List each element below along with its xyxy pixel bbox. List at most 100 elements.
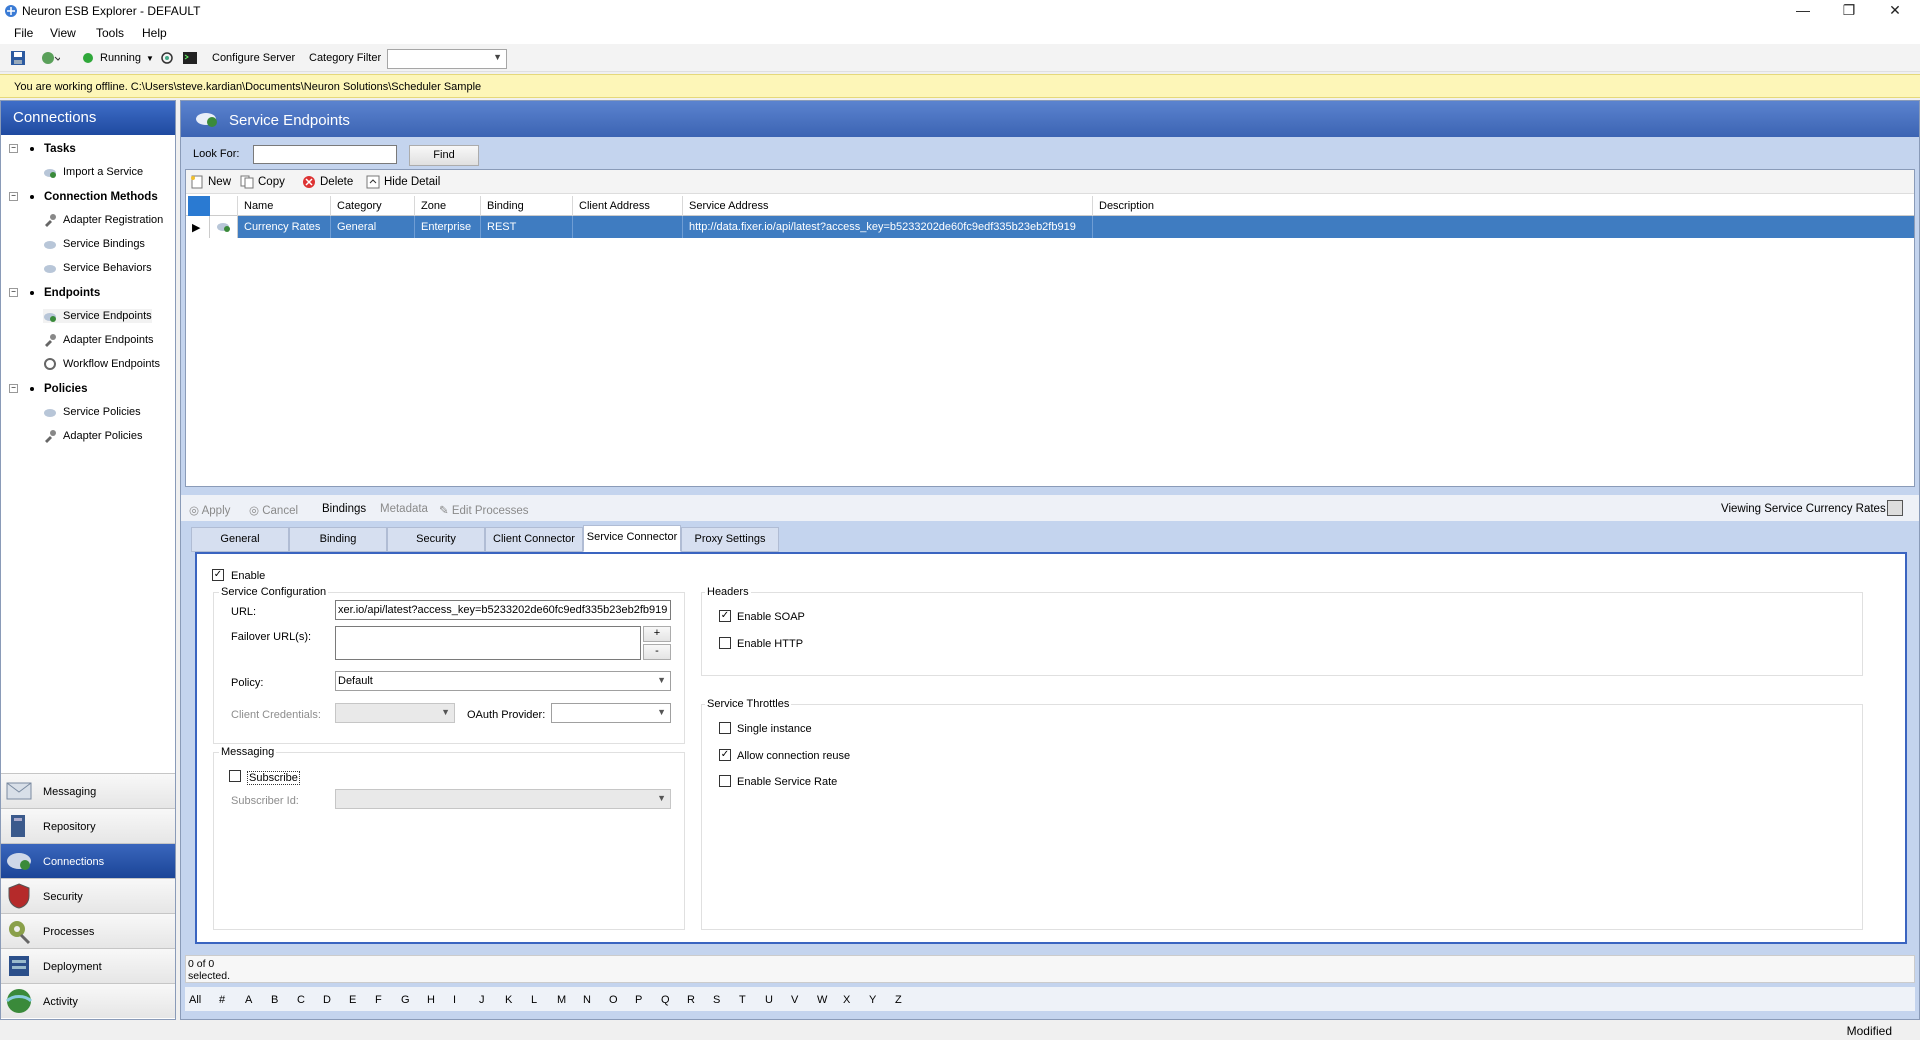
restore-button[interactable]: ❐ (1826, 0, 1872, 22)
tree-group-endpoints[interactable]: − Endpoints (9, 287, 100, 299)
column-header-zone[interactable]: Zone (415, 196, 481, 216)
collapse-icon[interactable]: − (9, 144, 18, 154)
tree-group-policies[interactable]: − Policies (9, 383, 87, 395)
alpha-filter-item[interactable]: Y (869, 994, 876, 1006)
status-running-label[interactable]: Running (100, 52, 141, 64)
menu-help[interactable]: Help (142, 26, 167, 40)
alpha-filter-item[interactable]: U (765, 994, 773, 1006)
alpha-filter-item[interactable]: C (297, 994, 305, 1006)
hide-detail-button[interactable]: Hide Detail (366, 175, 440, 189)
cancel-button[interactable]: ◎ Cancel (249, 503, 298, 517)
apply-button[interactable]: ◎ Apply (189, 503, 230, 517)
tree-item-adapter-endpoints[interactable]: Adapter Endpoints (43, 333, 154, 347)
alpha-filter-item[interactable]: O (609, 994, 618, 1006)
collapse-icon[interactable]: − (9, 384, 18, 394)
alpha-filter-item[interactable]: I (453, 994, 456, 1006)
copy-button[interactable]: Copy (240, 175, 285, 189)
chevron-down-icon[interactable]: ▼ (146, 54, 154, 63)
oauth-provider-select[interactable]: ▼ (551, 703, 671, 723)
tab-binding[interactable]: Binding (289, 527, 387, 552)
alpha-filter-item[interactable]: E (349, 994, 356, 1006)
bindings-button[interactable]: Bindings (322, 503, 366, 515)
tree-item-service-behaviors[interactable]: Service Behaviors (43, 261, 152, 275)
tree-item-service-bindings[interactable]: Service Bindings (43, 237, 145, 251)
table-row[interactable]: ▶ Currency Rates General Enterprise REST… (186, 216, 1914, 238)
alpha-filter-item[interactable]: M (557, 994, 566, 1006)
column-header-category[interactable]: Category (331, 196, 415, 216)
alpha-filter-item[interactable]: Q (661, 994, 670, 1006)
enable-checkbox[interactable]: ✓ (212, 569, 224, 581)
nav-connections[interactable]: Connections (1, 843, 175, 878)
alpha-filter-item[interactable]: R (687, 994, 695, 1006)
alpha-filter-item[interactable]: A (245, 994, 252, 1006)
collapse-icon[interactable]: − (9, 192, 18, 202)
tree-item-service-endpoints[interactable]: Service Endpoints (43, 309, 152, 323)
enable-soap-checkbox[interactable]: ✓ (719, 610, 731, 622)
menu-file[interactable]: File (14, 26, 33, 40)
minimize-button[interactable]: — (1780, 0, 1826, 22)
alpha-filter-item[interactable]: K (505, 994, 512, 1006)
alpha-filter-item[interactable]: H (427, 994, 435, 1006)
alpha-filter-item[interactable]: L (531, 994, 537, 1006)
policy-select[interactable]: Default ▼ (335, 671, 671, 691)
nav-deployment[interactable]: Deployment (1, 948, 175, 983)
nav-security[interactable]: Security (1, 878, 175, 913)
alpha-filter-item[interactable]: V (791, 994, 798, 1006)
alpha-filter-item[interactable]: W (817, 994, 827, 1006)
save-icon[interactable] (10, 50, 26, 66)
select-all-cell[interactable] (188, 196, 210, 216)
tree-item-adapter-registration[interactable]: Adapter Registration (43, 213, 163, 227)
alpha-filter-item[interactable]: # (219, 994, 225, 1006)
deploy-icon[interactable] (40, 50, 60, 66)
subscriber-id-select[interactable]: ▼ (335, 789, 671, 809)
look-for-input[interactable] (253, 145, 397, 164)
column-header-description[interactable]: Description (1093, 196, 1913, 216)
allow-connection-reuse-checkbox[interactable]: ✓ (719, 749, 731, 761)
nav-processes[interactable]: Processes (1, 913, 175, 948)
configure-server-button[interactable]: Configure Server (212, 52, 295, 64)
alpha-filter-item[interactable]: S (713, 994, 720, 1006)
alpha-filter-item[interactable]: All (189, 994, 201, 1006)
enable-service-rate-checkbox[interactable] (719, 775, 731, 787)
menu-view[interactable]: View (50, 26, 76, 40)
tab-service-connector[interactable]: Service Connector (583, 525, 681, 552)
tab-client-connector[interactable]: Client Connector (485, 527, 583, 552)
edit-processes-button[interactable]: ✎ Edit Processes (439, 503, 529, 517)
collapse-icon[interactable]: − (9, 288, 18, 298)
metadata-button[interactable]: Metadata (380, 503, 428, 515)
alpha-filter-item[interactable]: B (271, 994, 278, 1006)
nav-messaging[interactable]: Messaging (1, 773, 175, 808)
column-header-service-address[interactable]: Service Address (683, 196, 1093, 216)
tree-group-tasks[interactable]: − Tasks (9, 143, 76, 155)
row-pointer-icon[interactable]: ▶ (186, 216, 210, 238)
tree-item-workflow-endpoints[interactable]: Workflow Endpoints (43, 357, 160, 371)
console-icon[interactable] (182, 50, 198, 66)
single-instance-checkbox[interactable] (719, 722, 731, 734)
category-filter-select[interactable]: ▼ (387, 49, 507, 69)
tab-security[interactable]: Security (387, 527, 485, 552)
tab-general[interactable]: General (191, 527, 289, 552)
tree-item-adapter-policies[interactable]: Adapter Policies (43, 429, 143, 443)
subscribe-checkbox[interactable] (229, 770, 241, 782)
nav-activity[interactable]: Activity (1, 983, 175, 1018)
find-button[interactable]: Find (409, 145, 479, 166)
remove-failover-button[interactable]: - (643, 644, 671, 660)
column-header-name[interactable]: Name (238, 196, 331, 216)
alpha-filter-item[interactable]: G (401, 994, 410, 1006)
refresh-icon[interactable] (160, 50, 174, 66)
column-header-binding[interactable]: Binding (481, 196, 573, 216)
close-button[interactable]: ✕ (1872, 0, 1918, 22)
maximize-detail-icon[interactable] (1887, 500, 1903, 516)
url-field[interactable]: xer.io/api/latest?access_key=b5233202de6… (335, 600, 671, 620)
tree-item-import-service[interactable]: Import a Service (43, 165, 143, 179)
alpha-filter-item[interactable]: X (843, 994, 850, 1006)
alpha-filter-item[interactable]: Z (895, 994, 902, 1006)
alpha-filter-item[interactable]: J (479, 994, 485, 1006)
new-button[interactable]: New (190, 175, 231, 189)
alpha-filter-item[interactable]: T (739, 994, 746, 1006)
alpha-filter-item[interactable]: N (583, 994, 591, 1006)
alpha-filter-item[interactable]: P (635, 994, 642, 1006)
enable-http-checkbox[interactable] (719, 637, 731, 649)
client-credentials-select[interactable]: ▼ (335, 703, 455, 723)
alpha-filter-item[interactable]: F (375, 994, 382, 1006)
